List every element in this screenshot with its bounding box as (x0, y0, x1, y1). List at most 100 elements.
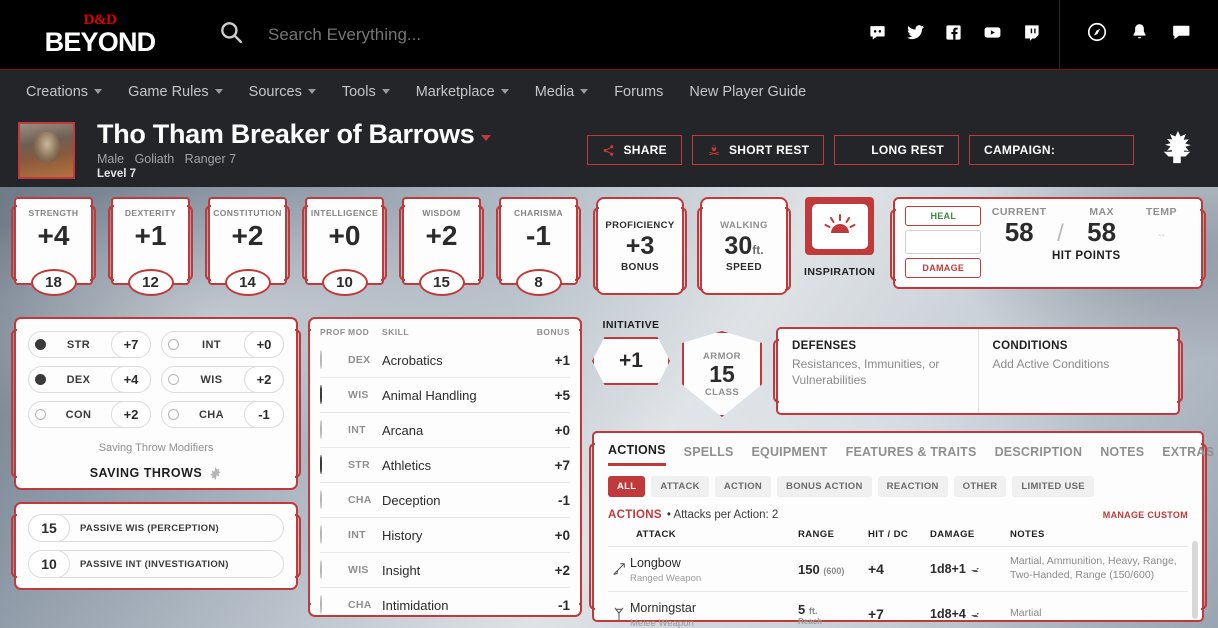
skill-bonus: +7 (554, 457, 570, 473)
passive-perception[interactable]: 15 PASSIVE WIS (PERCEPTION) (28, 514, 284, 542)
nav-item-sources[interactable]: Sources (237, 70, 328, 113)
filter-all[interactable]: ALL (608, 476, 646, 497)
hp-current-col[interactable]: CURRENT 58 (989, 206, 1049, 247)
nav-label: Creations (26, 83, 89, 100)
tab-description[interactable]: DESCRIPTION (995, 445, 1083, 465)
skill-row-athletics[interactable]: STR Athletics +7 (319, 448, 570, 483)
skill-row-history[interactable]: INT History +0 (319, 518, 570, 553)
nav-item-marketplace[interactable]: Marketplace (404, 70, 521, 113)
twitch-icon[interactable] (1022, 23, 1041, 47)
filter-limited-use[interactable]: LIMITED USE (1012, 476, 1094, 497)
chevron-down-icon (381, 89, 390, 94)
attack-name: Longbow (630, 556, 681, 570)
damage-button[interactable]: DAMAGE (905, 258, 982, 278)
share-button[interactable]: SHARE (587, 135, 682, 165)
chevron-down-icon (307, 89, 316, 94)
save-str[interactable]: STR +7 (28, 331, 151, 358)
site-logo[interactable]: D&D BEYOND (30, 13, 170, 56)
skill-row-animal-handling[interactable]: WIS Animal Handling +5 (319, 378, 570, 413)
filter-action[interactable]: ACTION (714, 476, 772, 497)
nav-item-new-player-guide[interactable]: New Player Guide (677, 70, 818, 113)
ability-strength[interactable]: STRENGTH +4 18 (11, 197, 96, 296)
nav-item-forums[interactable]: Forums (602, 70, 675, 113)
inspiration-block[interactable]: INSPIRATION (804, 197, 875, 278)
saving-throws-card: STR +7 INT +0 DEX +4 WIS +2 CON +2 CHA -… (11, 317, 301, 490)
ability-intelligence[interactable]: INTELLIGENCE +0 10 (302, 197, 387, 296)
manage-custom-button[interactable]: MANAGE CUSTOM (1103, 510, 1188, 520)
skills-header-skill: SKILL (381, 327, 410, 337)
conditions-section[interactable]: CONDITIONS Add Active Conditions (977, 329, 1179, 413)
hp-max-col[interactable]: MAX 58 (1072, 206, 1132, 247)
skill-ability: CHA (347, 494, 372, 506)
filter-bonus-action[interactable]: BONUS ACTION (777, 476, 872, 497)
tab-actions[interactable]: ACTIONS (608, 443, 666, 466)
save-con[interactable]: CON +2 (28, 401, 151, 428)
skill-row-arcana[interactable]: INT Arcana +0 (319, 413, 570, 448)
ability-charisma[interactable]: CHARISMA -1 8 (496, 197, 581, 296)
twitter-icon[interactable] (906, 23, 925, 47)
tab-notes[interactable]: NOTES (1100, 445, 1144, 465)
save-dex[interactable]: DEX +4 (28, 366, 151, 393)
defenses-conditions-panel: DEFENSES Resistances, Immunities, or Vul… (773, 327, 1183, 415)
filter-attack[interactable]: ATTACK (651, 476, 709, 497)
nav-item-game-rules[interactable]: Game Rules (116, 70, 235, 113)
ability-constitution[interactable]: CONSTITUTION +2 14 (205, 197, 290, 296)
discord-icon[interactable] (868, 23, 887, 47)
tab-features-traits[interactable]: FEATURES & TRAITS (846, 445, 977, 465)
armor-class-shield[interactable]: ARMOR 15 CLASS (682, 331, 762, 417)
campaign-button[interactable]: CAMPAIGN: (969, 135, 1134, 165)
avatar[interactable] (18, 121, 75, 179)
nav-item-media[interactable]: Media (523, 70, 601, 113)
walking-speed-box[interactable]: WALKING 30ft. SPEED (697, 197, 791, 295)
long-rest-button[interactable]: LONG REST (834, 135, 959, 165)
nav-label: Sources (248, 83, 302, 100)
bell-icon[interactable] (1130, 22, 1149, 47)
hp-temp-col[interactable]: TEMP -- (1132, 206, 1192, 241)
nav-item-creations[interactable]: Creations (14, 70, 114, 113)
heal-button[interactable]: HEAL (905, 206, 982, 226)
save-wis[interactable]: WIS +2 (160, 366, 284, 393)
page-title: Tho Tham Breaker of Barrows (97, 119, 475, 150)
search-input[interactable] (268, 24, 688, 45)
initiative-ac-group: INITIATIVE +1 ARMOR 15 CLASS (592, 317, 762, 417)
skill-row-intimidation[interactable]: CHA Intimidation -1 (319, 588, 570, 615)
skill-row-insight[interactable]: WIS Insight +2 (319, 553, 570, 588)
passive-investigation[interactable]: 10 PASSIVE INT (INVESTIGATION) (28, 550, 284, 578)
anvil-icon[interactable] (1158, 130, 1196, 170)
youtube-icon[interactable] (982, 23, 1003, 47)
ability-wisdom[interactable]: WISDOM +2 15 (399, 197, 484, 296)
defenses-section[interactable]: DEFENSES Resistances, Immunities, or Vul… (778, 329, 978, 413)
save-cha[interactable]: CHA -1 (160, 401, 284, 428)
initiative-block[interactable]: INITIATIVE +1 (592, 319, 670, 385)
skill-row-deception[interactable]: CHA Deception -1 (319, 483, 570, 518)
initiative-hex[interactable]: +1 (592, 337, 670, 385)
chat-icon[interactable] (1171, 22, 1192, 47)
inspiration-tile[interactable] (805, 197, 875, 255)
skill-bonus: +0 (554, 527, 570, 543)
filter-other[interactable]: OTHER (953, 476, 1007, 497)
nav-item-tools[interactable]: Tools (330, 70, 402, 113)
nav-label: Media (534, 83, 575, 100)
actions-scrollbar[interactable] (1192, 541, 1198, 619)
proficiency-bonus-box[interactable]: PROFICIENCY +3 BONUS (593, 197, 687, 295)
search-icon[interactable] (218, 19, 244, 50)
filter-reaction[interactable]: REACTION (877, 476, 948, 497)
tab-spells[interactable]: SPELLS (684, 445, 734, 465)
save-int[interactable]: INT +0 (160, 331, 284, 358)
hp-amount-input[interactable] (905, 230, 982, 254)
tab-extras[interactable]: EXTRAS (1162, 445, 1214, 465)
tab-equipment[interactable]: EQUIPMENT (751, 445, 827, 465)
logo-beyond-text: BEYOND (44, 27, 157, 57)
skill-row-acrobatics[interactable]: DEX Acrobatics +1 (319, 343, 570, 378)
skill-bonus: +0 (554, 422, 570, 438)
facebook-icon[interactable] (944, 23, 963, 47)
table-row[interactable]: Longbow Ranged Weapon 150 (600) +4 1d8+1 (608, 546, 1188, 591)
ability-dexterity[interactable]: DEXTERITY +1 12 (108, 197, 193, 296)
passive-label: PASSIVE INT (INVESTIGATION) (80, 558, 229, 570)
short-rest-button[interactable]: SHORT REST (691, 135, 825, 165)
save-label: CON (65, 408, 92, 421)
ability-label: CONSTITUTION (213, 208, 282, 218)
compass-icon[interactable] (1086, 21, 1108, 48)
chevron-down-icon[interactable] (480, 135, 491, 142)
table-row[interactable]: Morningstar Melee Weapon 5 ft. Reach +7 … (608, 591, 1188, 628)
